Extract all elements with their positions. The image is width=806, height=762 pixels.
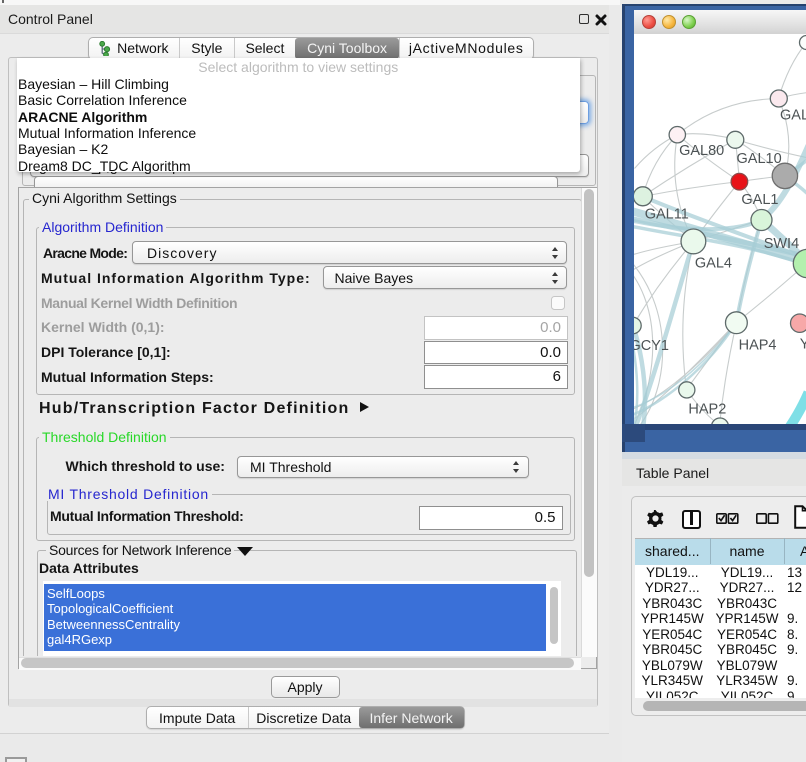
svg-text:GAL11: GAL11 <box>644 206 688 222</box>
svg-text:GAL7: GAL7 <box>780 107 806 123</box>
svg-text:GAL10: GAL10 <box>736 151 781 167</box>
svg-text:Y: Y <box>799 336 806 352</box>
svg-text:GAL4: GAL4 <box>694 255 731 271</box>
svg-text:GAL80: GAL80 <box>679 143 724 159</box>
svg-text:HAP4: HAP4 <box>738 337 776 353</box>
svg-text:SWI4: SWI4 <box>763 236 798 252</box>
svg-text:HAP2: HAP2 <box>688 401 726 417</box>
svg-text:GAL1: GAL1 <box>741 192 778 208</box>
svg-text:GCY1: GCY1 <box>634 338 669 354</box>
